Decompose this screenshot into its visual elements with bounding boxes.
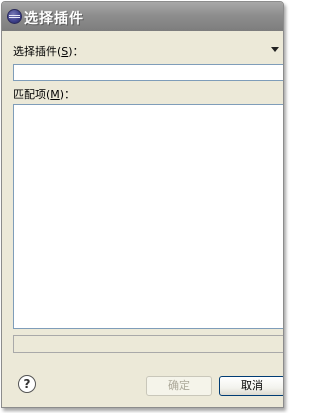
status-field [13,335,283,353]
matches-label-suffix: ： [64,88,76,101]
plugin-search-input[interactable] [13,64,283,81]
select-plugin-dialog: 选择插件 选择插件(S)： 匹配项(M)： ? 确定 取消 [1,1,284,408]
window-title: 选择插件 [24,11,84,27]
view-menu-arrow-icon[interactable] [271,47,279,52]
title-bar[interactable]: 选择插件 [2,2,283,31]
select-plugin-label-suffix: ： [72,45,84,58]
select-plugin-mnemonic: S [61,45,69,58]
cancel-button[interactable]: 取消 [219,376,283,396]
help-icon[interactable]: ? [18,375,36,393]
matches-label: 匹配项(M)： [13,88,76,101]
matches-label-text: 匹配项 [13,88,46,101]
select-plugin-label: 选择插件(S)： [13,45,84,58]
ok-button[interactable]: 确定 [146,376,212,396]
select-plugin-label-text: 选择插件 [13,45,57,58]
matches-mnemonic: M [50,88,60,101]
eclipse-app-icon [7,9,22,24]
matches-list[interactable] [13,104,283,329]
